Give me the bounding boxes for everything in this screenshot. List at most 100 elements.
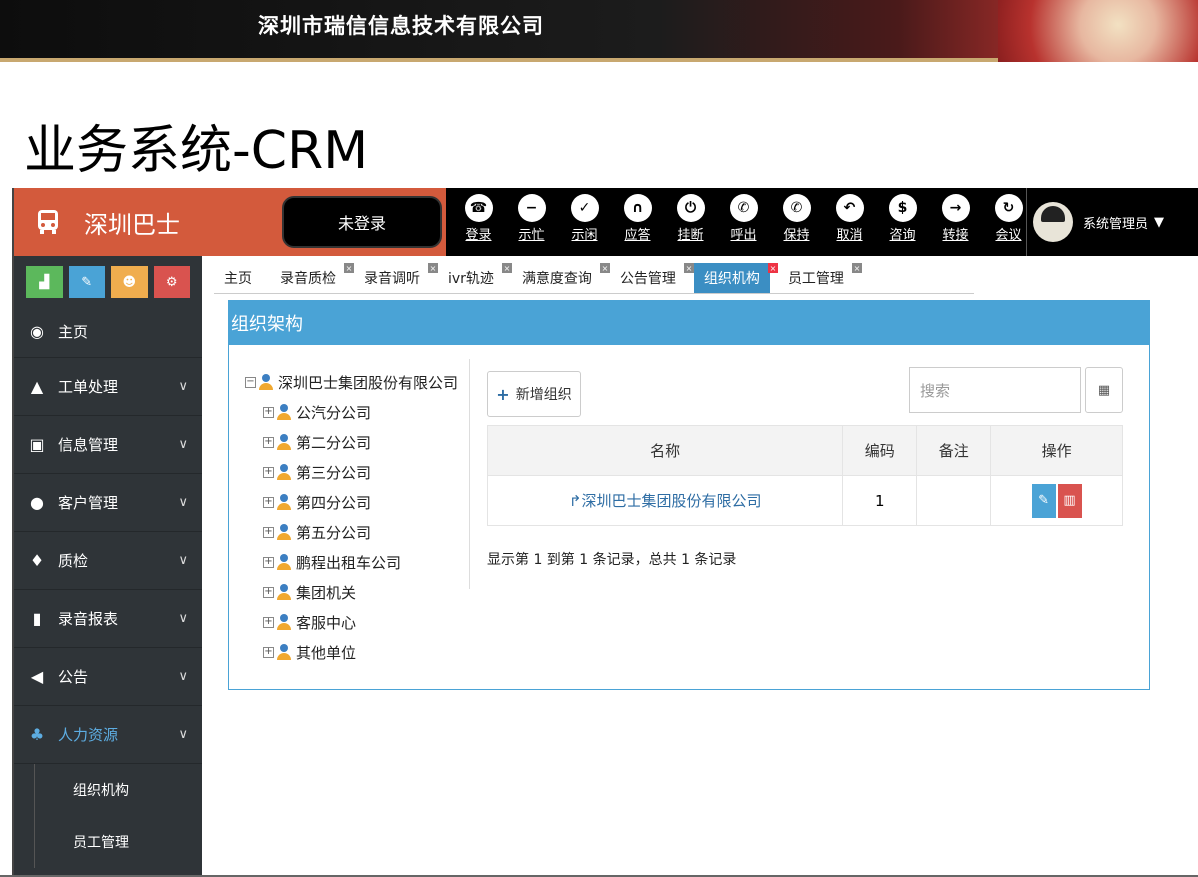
collapse-icon[interactable]: − (245, 376, 256, 388)
phone-button-3[interactable]: ∩ 应答 (611, 194, 664, 243)
tab-1[interactable]: 录音质检 × (270, 263, 354, 293)
tree-node[interactable]: + 客服中心 (245, 607, 469, 637)
sidebar-item-1[interactable]: ▲ 工单处理 ∨ (14, 358, 202, 416)
sidebar-item-6[interactable]: ◀ 公告 ∨ (14, 648, 202, 706)
hold-icon: ✆ (782, 194, 811, 222)
add-org-button[interactable]: + 新增组织 (487, 371, 581, 417)
share-icon: ↱ (568, 492, 582, 510)
phone-button-4[interactable]: ⏻ 挂断 (664, 194, 717, 243)
edit-button[interactable]: ✎ (1031, 483, 1056, 518)
user-name: 系统管理员 (1083, 216, 1149, 232)
org-name-link[interactable]: 深圳巴士集团股份有限公司 (581, 492, 761, 510)
shortcut-pencil-icon[interactable]: ✎ (68, 266, 105, 298)
column-toggle-button[interactable]: ▦ (1085, 367, 1123, 413)
chevron-down-icon: ∨ (178, 437, 188, 452)
tree-node[interactable]: + 第三分公司 (245, 457, 469, 487)
shortcut-chart-icon[interactable]: ▟ (26, 266, 63, 298)
consult-icon: $ (888, 194, 917, 222)
expand-icon[interactable]: + (263, 526, 274, 538)
tree-node-label: 集团机关 (296, 583, 357, 602)
close-icon[interactable]: × (767, 263, 778, 273)
close-icon[interactable]: × (344, 263, 354, 273)
dashboard-icon: ◉ (30, 322, 44, 341)
expand-icon[interactable]: + (263, 646, 274, 658)
phone-button-label: 示闲 (571, 228, 598, 243)
chevron-down-icon: ∨ (178, 495, 188, 510)
tree-node[interactable]: + 第四分公司 (245, 487, 469, 517)
org-person-icon (277, 464, 291, 480)
org-name-cell[interactable]: ↱深圳巴士集团股份有限公司 (486, 475, 844, 526)
shortcut-users-icon[interactable]: ☻ (111, 266, 148, 298)
sidebar-item-7[interactable]: ♣ 人力资源 ∨ (14, 706, 202, 764)
phone-button-8[interactable]: $ 咨询 (876, 194, 929, 243)
phone-button-2[interactable]: ✓ 示闲 (558, 194, 611, 243)
search-input[interactable]: 搜索 (909, 367, 1081, 413)
phone-button-9[interactable]: → 转接 (929, 194, 982, 243)
close-icon[interactable]: × (599, 263, 610, 273)
org-table: 名称 编码 备注 操作 ↱深圳巴士集团股份有限公司 1 ✎ ▥ (486, 425, 1123, 526)
busy-icon: − (517, 194, 546, 222)
tab-0[interactable]: 主页 (214, 263, 262, 293)
tab-4[interactable]: 满意度查询 × (512, 263, 610, 293)
tree-node[interactable]: + 公汽分公司 (245, 397, 469, 427)
expand-icon[interactable]: + (263, 616, 274, 628)
tree-node[interactable]: + 集团机关 (245, 577, 469, 607)
expand-icon[interactable]: + (263, 466, 274, 478)
tab-7[interactable]: 员工管理 × (778, 263, 862, 293)
org-person-icon (277, 584, 291, 600)
sidebar-item-2[interactable]: ▣ 信息管理 ∨ (14, 416, 202, 474)
tree-node-label: 深圳巴士集团股份有限公司 (278, 373, 459, 392)
close-icon[interactable]: × (501, 263, 512, 273)
expand-icon[interactable]: + (263, 406, 274, 418)
brand-name: 深圳巴士 (84, 210, 180, 239)
chevron-down-icon: ∨ (178, 379, 188, 394)
slide-banner: 深圳市瑞信信息技术有限公司 (0, 0, 1198, 62)
sidebar-subitem-0[interactable]: 组织机构 (34, 764, 202, 816)
expand-icon[interactable]: + (263, 586, 274, 598)
sidebar-item-4[interactable]: ♦ 质检 ∨ (14, 532, 202, 590)
close-icon[interactable]: × (851, 263, 862, 273)
bullhorn-icon: ◀ (30, 667, 44, 686)
phone-button-1[interactable]: − 示忙 (505, 194, 558, 243)
expand-icon[interactable]: + (263, 556, 274, 568)
bar-chart-icon: ▮ (32, 609, 42, 628)
phone-button-label: 会议 (995, 228, 1022, 243)
phone-button-label: 咨询 (889, 228, 916, 243)
sidebar-item-label: 主页 (58, 323, 89, 341)
phone-button-6[interactable]: ✆ 保持 (770, 194, 823, 243)
sidebar-item-5[interactable]: ▮ 录音报表 ∨ (14, 590, 202, 648)
sidebar-item-label: 公告 (58, 668, 89, 686)
sidebar-subitem-1[interactable]: 员工管理 (34, 816, 202, 868)
sidebar-item-3[interactable]: ● 客户管理 ∨ (14, 474, 202, 532)
user-menu[interactable]: 系统管理员 ▼ (1026, 188, 1198, 256)
tab-6[interactable]: 组织机构 × (693, 263, 778, 293)
tab-2[interactable]: 录音调听 × (354, 263, 438, 293)
phone-button-0[interactable]: ☎ 登录 (452, 194, 505, 243)
phone-button-5[interactable]: ✆ 呼出 (717, 194, 770, 243)
org-person-icon (277, 404, 291, 420)
tree-node[interactable]: − 深圳巴士集团股份有限公司 (245, 367, 469, 397)
sidebar-item-0[interactable]: ◉ 主页 (14, 306, 202, 358)
chevron-down-icon: ∨ (178, 611, 188, 626)
org-person-icon (277, 614, 291, 630)
column-header: 名称 (486, 425, 844, 476)
org-person-icon (277, 434, 291, 450)
phone-button-7[interactable]: ↶ 取消 (823, 194, 876, 243)
tree-node[interactable]: + 第五分公司 (245, 517, 469, 547)
tree-node[interactable]: + 第二分公司 (245, 427, 469, 457)
call-out-icon: ✆ (729, 194, 758, 222)
shortcut-cogs-icon[interactable]: ⚙ (153, 266, 190, 298)
expand-icon[interactable]: + (263, 436, 274, 448)
tab-label: 录音质检 (280, 271, 336, 287)
tree-node[interactable]: + 其他单位 (245, 637, 469, 667)
close-icon[interactable]: × (683, 263, 694, 273)
delete-button[interactable]: ▥ (1057, 483, 1082, 518)
tab-3[interactable]: ivr轨迹 × (438, 263, 512, 293)
chevron-down-icon: ∨ (178, 669, 188, 684)
expand-icon[interactable]: + (263, 496, 274, 508)
close-icon[interactable]: × (428, 263, 438, 273)
tab-5[interactable]: 公告管理 × (610, 263, 694, 293)
sidebar-item-label: 质检 (58, 552, 89, 570)
tree-node[interactable]: + 鹏程出租车公司 (245, 547, 469, 577)
phone-button-label: 取消 (836, 228, 863, 243)
